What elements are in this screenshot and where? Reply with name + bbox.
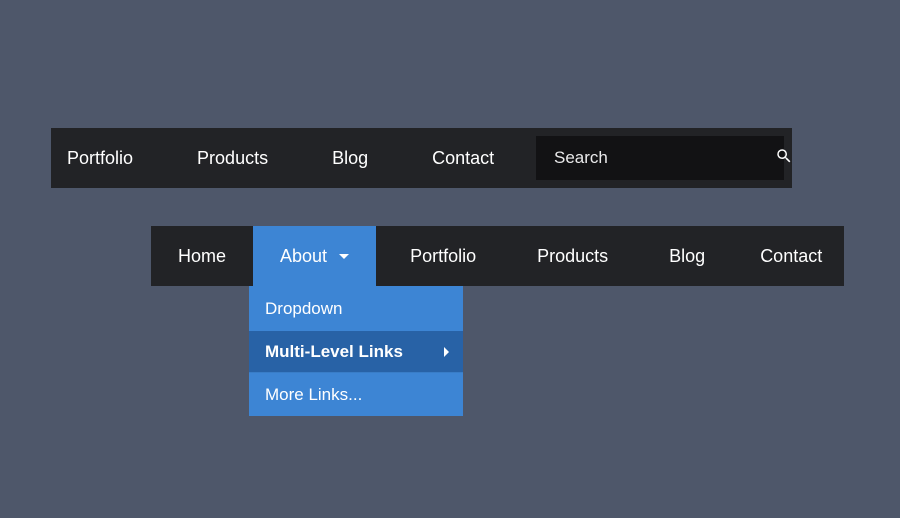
nav-item-products[interactable]: Products — [503, 226, 635, 286]
top-nav-bar: Portfolio Products Blog Contact — [51, 128, 792, 188]
caret-down-icon — [339, 254, 349, 259]
nav-item-portfolio[interactable]: Portfolio — [376, 226, 503, 286]
nav-item-about[interactable]: About — [253, 226, 376, 286]
nav-item-label: About — [280, 246, 327, 267]
dropdown-item-multi-level-links[interactable]: Multi-Level Links — [249, 331, 463, 372]
dropdown-item-label: More Links... — [265, 385, 362, 405]
nav-item-contact[interactable]: Contact — [732, 226, 849, 286]
main-nav-bar: Home About Portfolio Products Blog Conta… — [151, 226, 844, 286]
dropdown-item-dropdown[interactable]: Dropdown — [249, 286, 463, 331]
dropdown-item-more-links[interactable]: More Links... — [249, 372, 463, 416]
nav-item-products[interactable]: Products — [197, 148, 298, 169]
dropdown-item-label: Multi-Level Links — [265, 342, 403, 362]
dropdown-item-label: Dropdown — [265, 299, 343, 319]
nav-item-home[interactable]: Home — [151, 226, 253, 286]
nav-item-contact[interactable]: Contact — [432, 148, 524, 169]
search-input[interactable] — [554, 148, 775, 168]
about-dropdown: Dropdown Multi-Level Links More Links... — [249, 286, 463, 416]
nav-item-blog[interactable]: Blog — [635, 226, 732, 286]
search-icon[interactable] — [775, 147, 793, 170]
chevron-right-icon — [444, 347, 449, 357]
search-box[interactable] — [536, 136, 784, 180]
nav-item-blog[interactable]: Blog — [332, 148, 398, 169]
nav-item-portfolio[interactable]: Portfolio — [67, 148, 163, 169]
